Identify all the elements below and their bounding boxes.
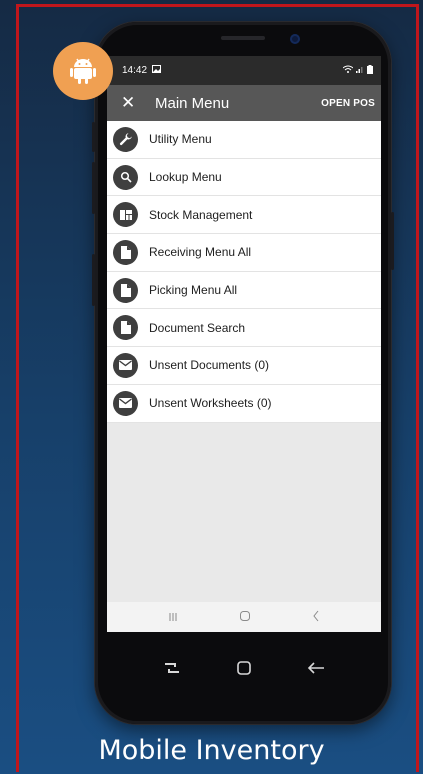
menu-item-label: Stock Management [149, 207, 253, 222]
front-camera [290, 34, 300, 44]
power-button [391, 212, 394, 270]
main-menu-list: Utility Menu Lookup Menu Stock Managemen… [107, 121, 381, 423]
back-icon[interactable] [307, 661, 325, 680]
menu-item-label: Unsent Worksheets (0) [149, 396, 272, 411]
volume-button [92, 162, 95, 214]
signal-icon [356, 65, 364, 76]
product-caption: Mobile Inventory [98, 735, 325, 766]
recent-apps-icon[interactable] [163, 661, 181, 680]
menu-item-label: Lookup Menu [149, 170, 222, 185]
wifi-icon [342, 65, 354, 76]
menu-item-unsent-documents[interactable]: Unsent Documents (0) [107, 347, 381, 385]
menu-item-label: Utility Menu [149, 132, 212, 147]
wrench-icon [113, 126, 138, 152]
mail-icon [113, 390, 138, 416]
search-icon [113, 164, 138, 190]
android-nav-bar [107, 602, 381, 632]
image-notification-icon [152, 65, 162, 76]
back-icon[interactable] [312, 610, 320, 625]
open-pos-button[interactable]: OPEN POS [321, 98, 375, 109]
mail-icon [113, 352, 138, 378]
menu-item-label: Unsent Documents (0) [149, 358, 270, 373]
volume-button [92, 122, 95, 152]
battery-icon [367, 64, 373, 77]
status-time: 14:42 [122, 65, 148, 76]
home-icon[interactable] [239, 610, 251, 625]
document-icon [113, 239, 138, 265]
android-icon [53, 42, 113, 100]
app-bar: ✕ Main Menu OPEN POS [107, 85, 381, 121]
menu-item-receiving[interactable]: Receiving Menu All [107, 234, 381, 272]
document-icon [113, 315, 138, 341]
menu-item-label: Receiving Menu All [149, 245, 252, 260]
home-icon[interactable] [236, 660, 252, 681]
status-bar: 14:42 [107, 56, 381, 85]
menu-item-unsent-worksheets[interactable]: Unsent Worksheets (0) [107, 384, 381, 423]
phone-screen: 14:42 ✕ Main Menu OPEN POS Utility Menu … [107, 56, 381, 632]
earpiece-speaker [221, 36, 265, 40]
menu-item-picking[interactable]: Picking Menu All [107, 271, 381, 310]
recent-apps-icon[interactable] [168, 610, 178, 625]
bixby-button [92, 254, 95, 306]
hardware-nav-keys [107, 650, 381, 690]
document-icon [113, 277, 138, 303]
menu-item-label: Document Search [149, 320, 246, 335]
close-icon[interactable]: ✕ [121, 93, 141, 113]
menu-item-stock-management[interactable]: Stock Management [107, 196, 381, 235]
page-title: Main Menu [155, 94, 230, 112]
menu-item-document-search[interactable]: Document Search [107, 309, 381, 348]
menu-item-lookup[interactable]: Lookup Menu [107, 158, 381, 197]
dashboard-icon [113, 202, 138, 228]
menu-item-label: Picking Menu All [149, 283, 238, 298]
menu-item-utility[interactable]: Utility Menu [107, 121, 381, 159]
